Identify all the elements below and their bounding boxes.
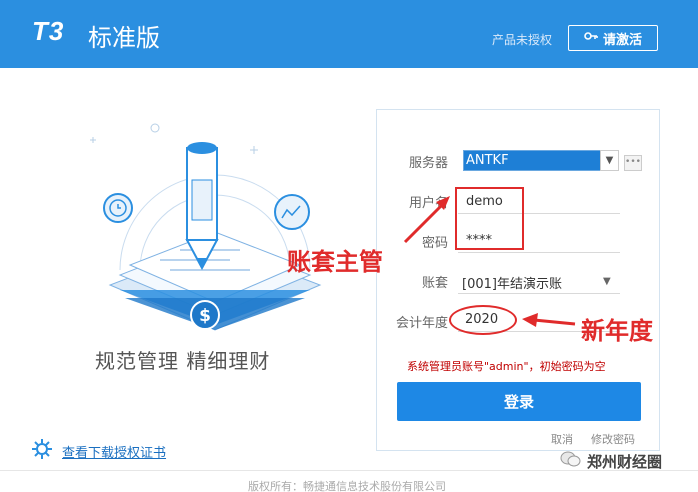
cert-link-row[interactable]: 查看下载授权证书 <box>30 437 166 465</box>
account-underline <box>458 293 620 294</box>
activate-button[interactable]: 请激活 <box>568 25 658 51</box>
password-underline <box>458 252 620 253</box>
product-edition: 标准版 <box>88 24 160 52</box>
wechat-icon <box>560 450 582 472</box>
change-password-link[interactable]: 修改密码 <box>591 431 635 447</box>
year-label: 会计年度 <box>395 316 448 331</box>
annotation-arrow <box>403 196 450 244</box>
annotation-ellipse <box>449 305 517 335</box>
more-icon[interactable]: ••• <box>624 155 642 171</box>
hero-illustration: $ <box>80 120 350 340</box>
activate-label: 请激活 <box>602 32 642 48</box>
license-status: 产品未授权 <box>492 33 553 47</box>
chevron-down-icon[interactable]: ▼ <box>603 276 611 287</box>
annotation-supervisor: 账套主管 <box>287 248 383 276</box>
slogan: 规范管理 精细理财 <box>95 349 271 373</box>
line-chart-icon <box>274 194 310 230</box>
pencil-icon <box>185 142 219 271</box>
download-cert-link[interactable]: 查看下载授权证书 <box>62 442 166 461</box>
copyright: 版权所有：畅捷通信息技术股份有限公司 <box>248 480 446 492</box>
svg-text:$: $ <box>199 306 211 326</box>
annotation-box <box>455 187 524 250</box>
chevron-down-icon[interactable]: ▼ <box>600 150 619 171</box>
annotation-arrow <box>522 313 576 327</box>
watermark-text: 郑州财经圈 <box>587 452 663 471</box>
server-label: 服务器 <box>408 156 448 171</box>
cancel-link[interactable]: 取消 <box>551 431 573 447</box>
account-select[interactable]: [001]年结演示账 <box>462 273 562 292</box>
server-select[interactable]: ANTKF <box>463 150 619 171</box>
account-label: 账套 <box>421 276 448 291</box>
clock-icon <box>103 193 133 223</box>
product-logo: T3 <box>32 16 65 46</box>
gear-icon <box>30 437 54 465</box>
annotation-new-year: 新年度 <box>581 317 653 345</box>
login-button[interactable]: 登录 <box>397 382 641 421</box>
key-icon <box>584 29 598 47</box>
title-bar: T3 标准版 产品未授权 请激活 <box>0 0 698 68</box>
watermark: 郑州财经圈 <box>560 450 662 472</box>
admin-hint: 系统管理员账号"admin"，初始密码为空 <box>407 360 606 373</box>
dollar-coin-icon: $ <box>190 300 220 330</box>
